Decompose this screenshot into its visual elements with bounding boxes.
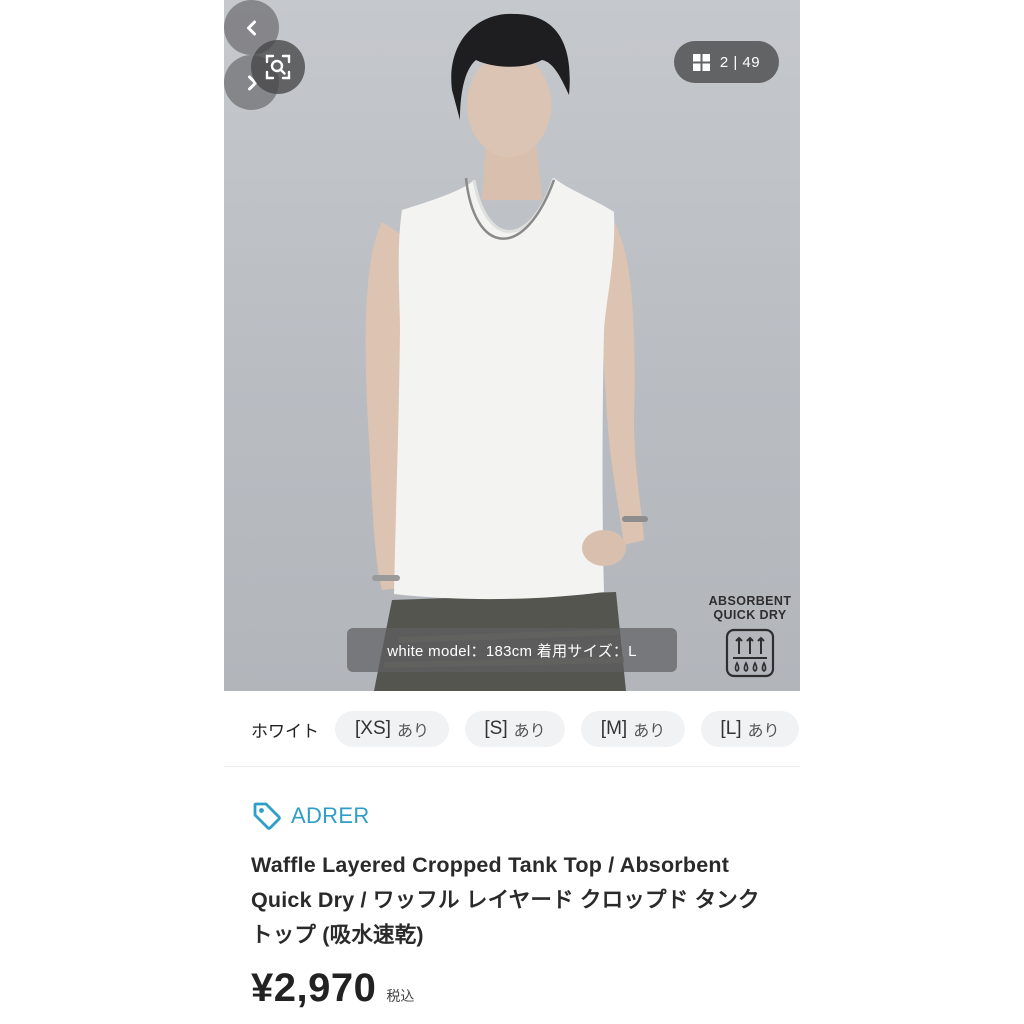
product-image-gallery[interactable]: 2 | 49 white model：183cm 着用サイズ：L ABSORBE… (224, 0, 800, 691)
stock-label: あり (396, 723, 429, 740)
product-price: ¥2,970 (251, 966, 377, 1010)
product-photo (365, 13, 648, 691)
size-availability-row: ホワイト [XS] あり [S] あり [M] あり [L] あり (224, 706, 800, 752)
tax-included-label: 税込 (386, 988, 415, 1004)
price-row: ¥2,970 税込 (251, 966, 414, 1011)
stock-label: あり (633, 723, 666, 740)
product-page: 2 | 49 white model：183cm 着用サイズ：L ABSORBE… (224, 0, 800, 1024)
size-chip-m[interactable]: [M] あり (581, 711, 685, 747)
size-label: [L] (720, 718, 742, 739)
stock-label: あり (513, 723, 546, 740)
size-label: [S] (484, 718, 508, 739)
image-counter-text: 2 | 49 (719, 53, 761, 71)
brand-name: ADRER (291, 803, 370, 828)
size-chip-l[interactable]: [L] あり (701, 711, 799, 747)
model-size-caption: white model：183cm 着用サイズ：L (347, 628, 677, 672)
zoom-search-icon (265, 54, 291, 80)
badge-line-1: ABSORBENT (708, 594, 792, 608)
tag-icon (253, 802, 281, 830)
section-divider (224, 766, 800, 767)
image-counter-button[interactable]: 2 | 49 (674, 41, 779, 83)
grid-icon (692, 53, 710, 71)
stock-label: あり (747, 723, 780, 740)
size-label: [M] (600, 718, 628, 739)
product-title: Waffle Layered Cropped Tank Top / Absorb… (251, 853, 760, 947)
zoom-button[interactable] (251, 40, 305, 94)
brand-link[interactable]: ADRER (251, 800, 370, 832)
size-chip-xs[interactable]: [XS] あり (335, 711, 449, 747)
badge-line-2: QUICK DRY (713, 608, 787, 622)
absorbent-quick-dry-badge: ABSORBENT QUICK DRY (702, 594, 798, 683)
water-drops-icon (725, 628, 775, 678)
color-label: ホワイト (251, 721, 319, 741)
size-chip-s[interactable]: [S] あり (465, 711, 565, 747)
size-label: [XS] (355, 718, 391, 739)
